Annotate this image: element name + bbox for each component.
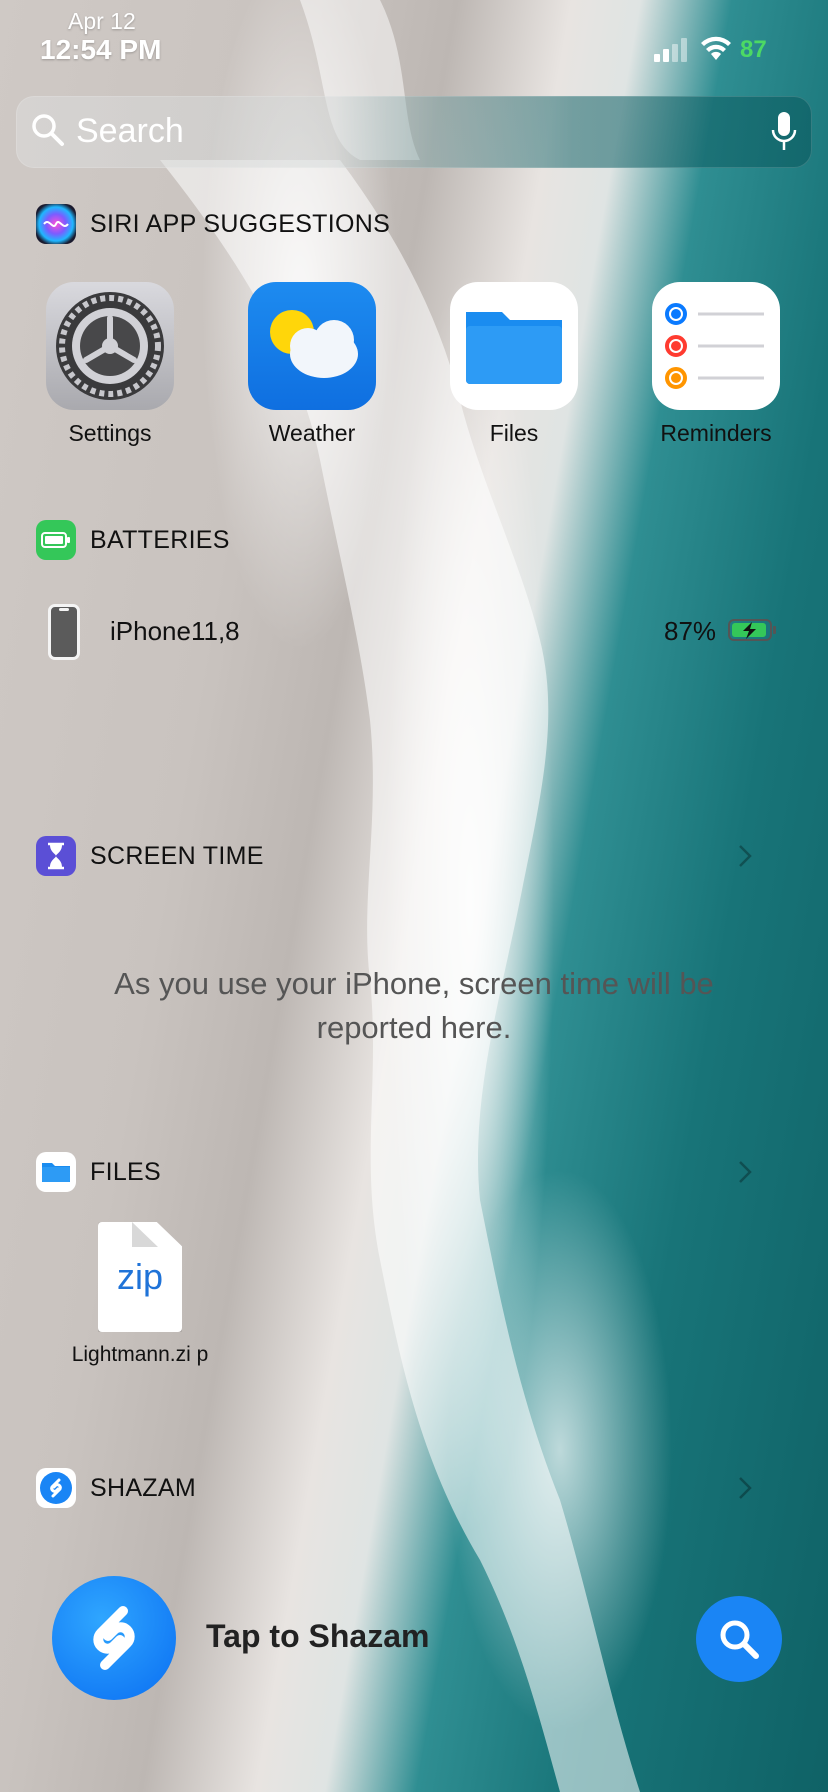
device-name: iPhone11,8 bbox=[110, 616, 240, 646]
shazam-header[interactable]: SHAZAM bbox=[36, 1468, 792, 1508]
app-reminders[interactable]: Reminders bbox=[636, 282, 796, 447]
app-label: Reminders bbox=[660, 420, 772, 446]
status-bar: Apr 12 12:54 PM 87 bbox=[0, 0, 828, 80]
shazam-icon bbox=[36, 1468, 76, 1508]
settings-gear-icon bbox=[46, 282, 174, 410]
section-title: BATTERIES bbox=[90, 525, 230, 554]
search-icon bbox=[720, 1620, 759, 1659]
search-field[interactable]: Search bbox=[16, 96, 812, 168]
status-time: 12:54 PM bbox=[40, 34, 162, 65]
hourglass-icon bbox=[36, 836, 76, 876]
status-date: Apr 12 bbox=[68, 8, 136, 34]
search-icon bbox=[32, 114, 64, 146]
app-label: Settings bbox=[68, 420, 152, 446]
status-battery-level: 87 bbox=[740, 36, 767, 63]
cellular-signal-icon bbox=[654, 38, 687, 62]
search-placeholder: Search bbox=[76, 112, 184, 150]
charging-battery-icon bbox=[728, 619, 776, 641]
siri-icon bbox=[36, 204, 76, 244]
wallpaper-surf bbox=[160, 0, 640, 1792]
section-title: SHAZAM bbox=[90, 1473, 196, 1502]
shazam-action-label[interactable]: Tap to Shazam bbox=[206, 1618, 429, 1655]
file-name: Lightmann.zi p bbox=[71, 1343, 209, 1366]
files-folder-icon bbox=[450, 282, 578, 410]
shazam-button[interactable] bbox=[52, 1576, 176, 1700]
chevron-right-icon bbox=[739, 845, 752, 867]
shazam-logo-icon bbox=[93, 1606, 135, 1670]
section-title: FILES bbox=[90, 1157, 161, 1186]
app-weather[interactable]: Weather bbox=[232, 282, 392, 447]
shazam-search-button[interactable] bbox=[696, 1596, 782, 1682]
chevron-right-icon bbox=[739, 1161, 752, 1183]
screen-time-empty-message: As you use your iPhone, screen time will… bbox=[114, 966, 714, 1045]
chevron-right-icon bbox=[739, 1477, 752, 1499]
app-settings[interactable]: Settings bbox=[30, 282, 190, 447]
weather-sun-cloud-icon bbox=[248, 282, 376, 410]
section-title: SIRI APP SUGGESTIONS bbox=[90, 209, 391, 238]
app-files[interactable]: Files bbox=[434, 282, 594, 447]
file-type-label: zip bbox=[116, 1256, 164, 1297]
battery-widget-icon bbox=[36, 520, 76, 560]
reminders-list-icon bbox=[652, 282, 780, 410]
microphone-icon[interactable] bbox=[770, 110, 798, 154]
screen-time-header[interactable]: SCREEN TIME bbox=[36, 836, 792, 876]
batteries-header: BATTERIES bbox=[36, 520, 230, 560]
siri-suggestions-header: SIRI APP SUGGESTIONS bbox=[36, 204, 390, 244]
app-label: Files bbox=[489, 420, 539, 446]
siri-app-suggestions: Settings Weather Files Reminders bbox=[0, 282, 828, 452]
app-label: Weather bbox=[268, 420, 356, 446]
iphone-device-icon bbox=[48, 604, 80, 660]
section-title: SCREEN TIME bbox=[90, 841, 264, 870]
files-header[interactable]: FILES bbox=[36, 1152, 792, 1192]
files-folder-icon bbox=[36, 1152, 76, 1192]
device-battery-percent: 87% bbox=[664, 616, 717, 646]
battery-device-row: iPhone11,8 87% bbox=[0, 598, 828, 668]
wifi-icon bbox=[701, 36, 731, 60]
